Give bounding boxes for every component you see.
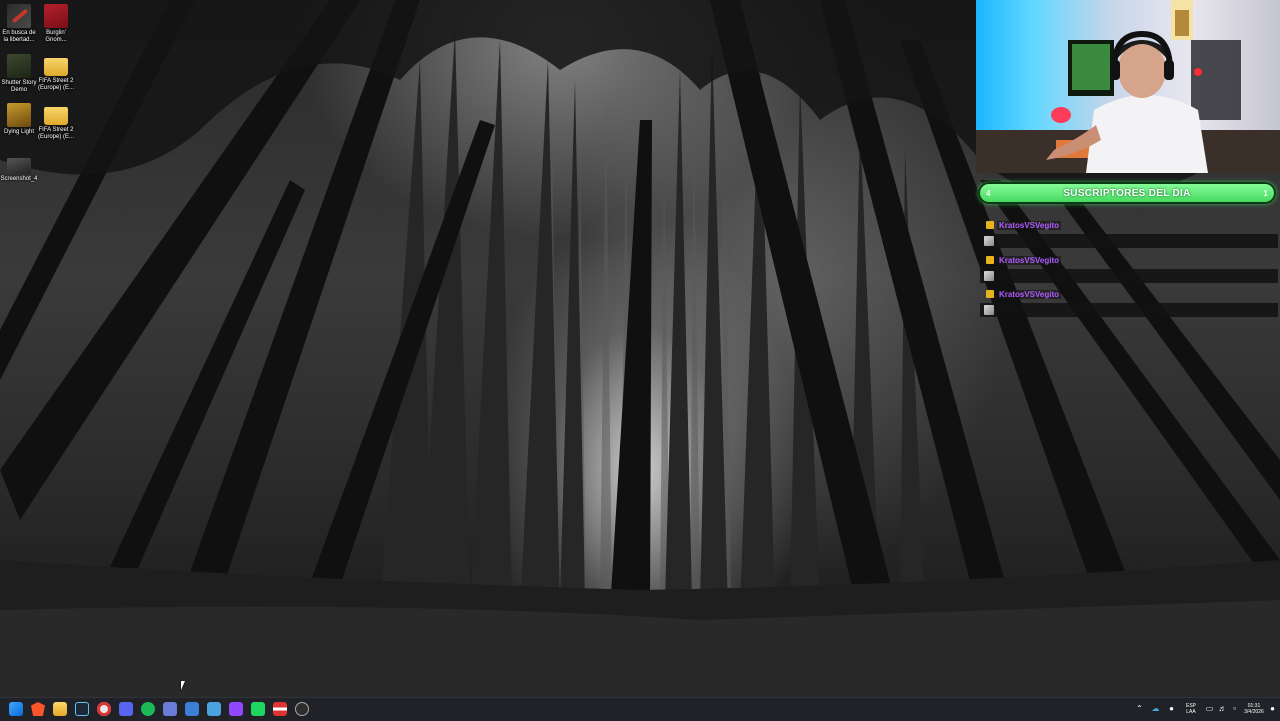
clock-date: 3/4/2026: [1244, 709, 1264, 715]
streamer-webcam-feed: [976, 0, 1280, 173]
spotify-icon[interactable]: [141, 702, 155, 716]
desktop-icon-fifa-street-folder-2[interactable]: FIFA Street 2 (Europe) (E...: [37, 103, 75, 141]
desktop-icon-fifa-street-folder-1[interactable]: FIFA Street 2 (Europe) (E...: [37, 54, 75, 92]
desktop-icon-label: Screenshot_4: [0, 176, 38, 182]
subscriber-badge-icon: [986, 221, 994, 229]
subscriber-badge-icon: [986, 256, 994, 264]
keyboard-layout: LAA: [1186, 709, 1196, 715]
desktop-icon-screenshot[interactable]: Screenshot_4: [0, 152, 38, 183]
burglin-gnomes-icon: [44, 4, 68, 28]
emote-icon: [984, 271, 994, 281]
emote-icon: [984, 305, 994, 315]
desktop-icon-label: Shutter Story Demo: [1, 80, 37, 93]
network-icon[interactable]: ▫: [1230, 704, 1239, 713]
obs-app-icon[interactable]: [295, 702, 309, 716]
green-app-icon[interactable]: [251, 702, 265, 716]
subs-right-count: 1: [1263, 188, 1268, 198]
chat-username: KratosVSVegito: [997, 289, 1062, 299]
subs-title: SUSCRIPTORES DEL DIA: [1063, 187, 1191, 199]
emote-icon: [984, 236, 994, 246]
desktop-icon-shutter-story[interactable]: Shutter Story Demo: [0, 54, 38, 94]
subscribers-of-the-day-bar: 4 SUSCRIPTORES DEL DIA 1: [978, 182, 1276, 204]
chat-username: KratosVSVegito: [997, 255, 1062, 265]
display-icon[interactable]: ▭: [1205, 704, 1214, 713]
desktop-icon-en-busca[interactable]: En busca de la libertad...: [0, 4, 38, 44]
taskbar: ⌃ ☁ ● ESP LAA ▭ ♬ ▫ 01:31 3/4/2026 ●: [0, 697, 1280, 721]
cloud-icon[interactable]: ☁: [1151, 704, 1160, 713]
chat-message: KratosVSVegito: [980, 288, 1278, 320]
volume-icon[interactable]: ♬: [1218, 704, 1227, 713]
twitch-icon[interactable]: [229, 702, 243, 716]
webcam-scene-graphic: [976, 0, 1280, 173]
desktop-icon-label: Dying Light: [3, 129, 35, 135]
language-indicator[interactable]: ESP LAA: [1184, 703, 1198, 715]
chevron-up-icon[interactable]: ⌃: [1135, 704, 1144, 713]
desktop-icon-label: FIFA Street 2 (Europe) (E...: [37, 127, 74, 140]
chat-message: KratosVSVegito: [980, 254, 1278, 286]
notification-bell-icon[interactable]: ●: [1268, 704, 1277, 713]
chrome-icon[interactable]: [97, 702, 111, 716]
brush-game-icon: [7, 4, 31, 28]
game-launcher-icon[interactable]: [207, 702, 221, 716]
discord-icon[interactable]: [119, 702, 133, 716]
network-app-icon[interactable]: [185, 702, 199, 716]
media-app-icon[interactable]: [273, 702, 287, 716]
desktop-icon-burglin-gnomes[interactable]: Burglin' Gnom...: [37, 4, 75, 44]
desktop-icon-label: FIFA Street 2 (Europe) (E...: [37, 78, 74, 91]
desktop-icon-label: En busca de la libertad...: [2, 30, 36, 43]
folder-icon: [44, 107, 68, 125]
desktop-icon-label: Burglin' Gnom...: [45, 30, 67, 43]
subscriber-badge-icon: [986, 290, 994, 298]
desktop-icon-dying-light[interactable]: Dying Light: [0, 103, 38, 136]
steam-icon[interactable]: [75, 702, 89, 716]
mouse-cursor: [181, 681, 185, 690]
brave-browser-icon[interactable]: [31, 702, 45, 716]
chat-message-body: [980, 269, 1278, 283]
dying-light-icon: [7, 103, 31, 127]
shutter-story-icon: [7, 54, 31, 78]
clock[interactable]: 01:31 3/4/2026: [1243, 703, 1265, 715]
folder-icon: [44, 58, 68, 76]
window-app-icon[interactable]: [163, 702, 177, 716]
windows-start-icon[interactable]: [9, 702, 23, 716]
microphone-icon[interactable]: ●: [1167, 704, 1176, 713]
chat-message-body: [980, 303, 1278, 317]
chat-message: KratosVSVegito: [980, 219, 1278, 251]
image-file-icon: [7, 158, 31, 174]
chat-message-body: [980, 234, 1278, 248]
chat-username: KratosVSVegito: [997, 220, 1062, 230]
file-explorer-icon[interactable]: [53, 702, 67, 716]
